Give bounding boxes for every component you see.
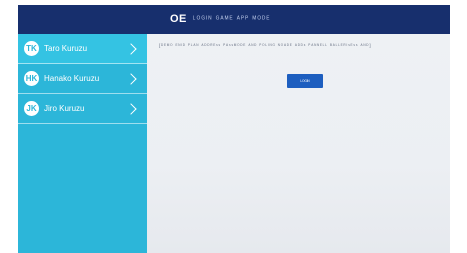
app-logo: OE [170,13,187,25]
sidebar: TK Taro Kuruzu HK Hanako Kuruzu JK Jiro … [18,34,147,253]
sidebar-item-label: Hanako Kuruzu [44,74,100,83]
sidebar-item-hanako[interactable]: HK Hanako Kuruzu [18,64,147,94]
sidebar-item-taro[interactable]: TK Taro Kuruzu [18,34,147,64]
chevron-right-icon [125,102,137,115]
chevron-right-icon [125,42,137,55]
sidebar-item-jiro[interactable]: JK Jiro Kuruzu [18,94,147,124]
header-title: OE ᴸᴼᴳᴵᴺ ᴳᴬᴹᴱ ᴬᴾᴾ ᴹᴼᴰᴱ [170,12,271,26]
login-button[interactable]: ᴸᴼᴳᴵᴺ [287,74,323,88]
avatar: TK [24,41,39,56]
main-content: [ᴰᴱᴹᴼ ᴱᴺᴵᴰ ᴾᴸᴬᴺ ᴬᴰᴰᴿᴱˢˢ ᴾᴬˢˢᴹᴼᴰᴱ ᴬᴺᴰ ᴾᴼᴸ… [147,34,450,253]
avatar: HK [24,71,39,86]
avatar: JK [24,101,39,116]
sidebar-item-label: Jiro Kuruzu [44,104,85,113]
header-text: ᴸᴼᴳᴵᴺ ᴳᴬᴹᴱ ᴬᴾᴾ ᴹᴼᴰᴱ [192,15,271,23]
app-screen: OE ᴸᴼᴳᴵᴺ ᴳᴬᴹᴱ ᴬᴾᴾ ᴹᴼᴰᴱ TK Taro Kuruzu HK… [18,5,450,253]
header-bar: OE ᴸᴼᴳᴵᴺ ᴳᴬᴹᴱ ᴬᴾᴾ ᴹᴼᴰᴱ [18,5,450,34]
sidebar-item-label: Taro Kuruzu [44,44,88,53]
chevron-right-icon [125,72,137,85]
notice-text: [ᴰᴱᴹᴼ ᴱᴺᴵᴰ ᴾᴸᴬᴺ ᴬᴰᴰᴿᴱˢˢ ᴾᴬˢˢᴹᴼᴰᴱ ᴬᴺᴰ ᴾᴼᴸ… [159,43,372,48]
